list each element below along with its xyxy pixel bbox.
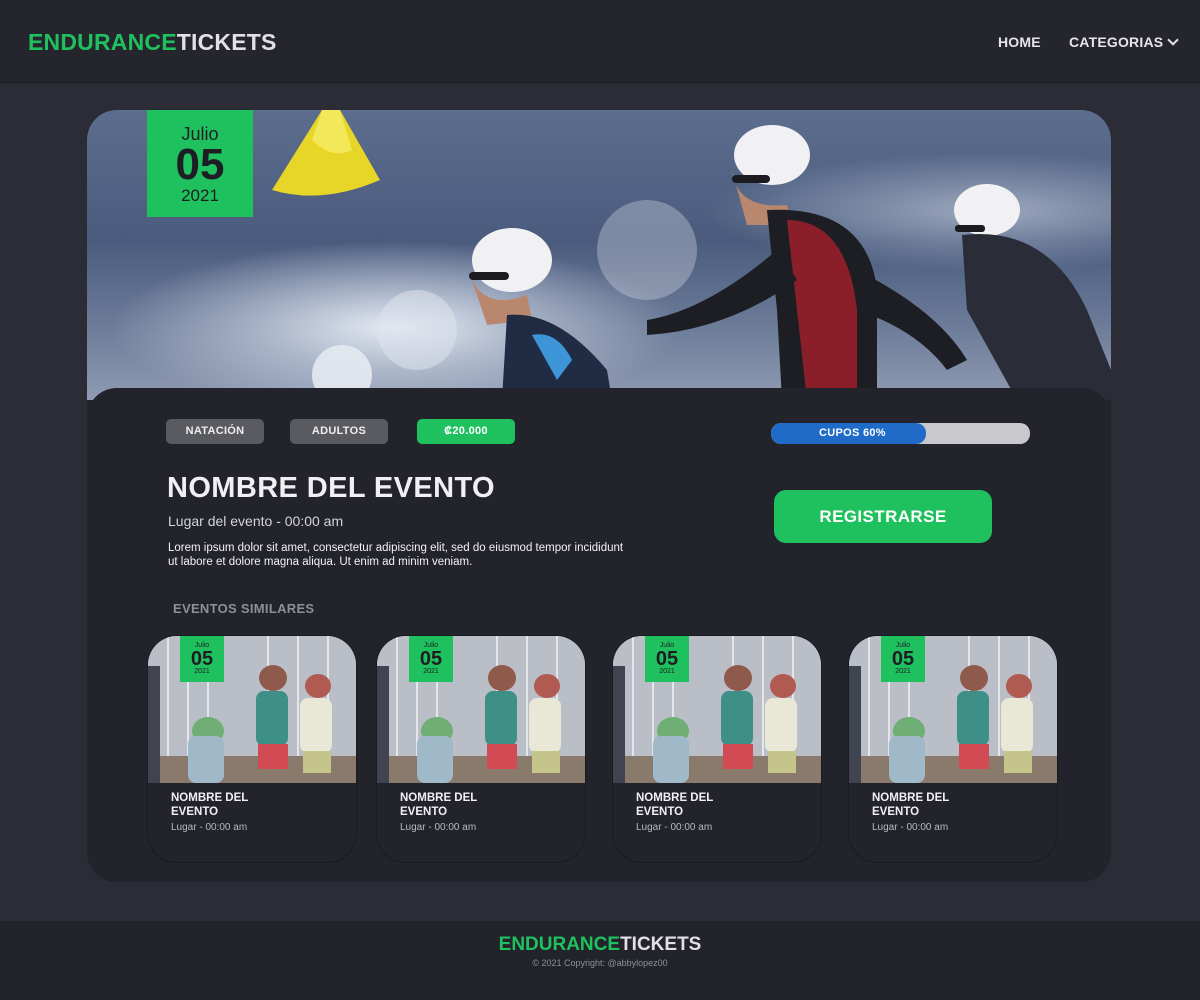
footer: ENDURANCETICKETS © 2021 Copyright: @abby… <box>0 921 1200 1000</box>
similar-event-image: Julio 05 2021 <box>148 636 356 783</box>
tag-swimming[interactable]: NATACIÓN <box>166 419 264 444</box>
similar-event-date-badge: Julio 05 2021 <box>180 636 224 682</box>
date-year: 2021 <box>895 668 911 675</box>
nav-categories-dropdown[interactable]: CATEGORIAS <box>1069 34 1179 50</box>
similar-event-image: Julio 05 2021 <box>377 636 585 783</box>
footer-copyright: © 2021 Copyright: @abbylopez00 <box>532 958 668 968</box>
similar-event-date-badge: Julio 05 2021 <box>409 636 453 682</box>
event-title: NOMBRE DEL EVENTO <box>167 472 495 504</box>
date-day: 05 <box>891 648 915 670</box>
date-day: 05 <box>190 648 214 670</box>
register-button[interactable]: REGISTRARSE <box>774 490 992 543</box>
tag-adults[interactable]: ADULTOS <box>290 419 388 444</box>
similar-event-image: Julio 05 2021 <box>849 636 1057 783</box>
similar-event-date-badge: Julio 05 2021 <box>645 636 689 682</box>
similar-event-title: NOMBRE DEL EVENTO <box>636 792 714 818</box>
event-place-time: Lugar del evento - 00:00 am <box>168 513 344 529</box>
similar-event-place: Lugar - 00:00 am <box>400 822 477 833</box>
date-year: 2021 <box>181 186 219 205</box>
similar-event-card[interactable]: Julio 05 2021 NOMBRE DEL EVENTO Lugar - 00:0… <box>147 635 357 863</box>
nav-categories-label: CATEGORIAS <box>1069 34 1164 50</box>
date-year: 2021 <box>423 668 439 675</box>
similar-event-title: NOMBRE DEL EVENTO <box>872 792 950 818</box>
date-year: 2021 <box>659 668 675 675</box>
similar-event-title: NOMBRE DEL EVENTO <box>400 792 478 818</box>
similar-event-place: Lugar - 00:00 am <box>171 822 248 833</box>
top-navbar: ENDURANCETICKETS HOME CATEGORIAS <box>0 0 1200 83</box>
date-day: 05 <box>655 648 679 670</box>
footer-logo[interactable]: ENDURANCETICKETS <box>0 934 1200 956</box>
nav-home-link[interactable]: HOME <box>998 34 1041 50</box>
similar-event-card[interactable]: Julio 05 2021 NOMBRE DEL EVENTO Lugar - 00:0… <box>376 635 586 863</box>
price-badge: ₡20.000 <box>417 419 515 444</box>
date-day: 05 <box>419 648 443 670</box>
event-info-panel: NATACIÓN ADULTOS ₡20.000 CUPOS 60% NOMBR… <box>87 388 1111 882</box>
event-description: Lorem ipsum dolor sit amet, consectetur … <box>168 542 624 568</box>
capacity-progress-bar: CUPOS 60% <box>771 423 1030 444</box>
event-date-badge: Julio 05 2021 <box>147 110 253 217</box>
date-year: 2021 <box>194 668 210 675</box>
similar-event-card[interactable]: Julio 05 2021 NOMBRE DEL EVENTO Lugar - 00:0… <box>848 635 1058 863</box>
similar-event-card[interactable]: Julio 05 2021 NOMBRE DEL EVENTO Lugar - 00:0… <box>612 635 822 863</box>
capacity-label: CUPOS 60% <box>819 427 886 439</box>
similar-event-place: Lugar - 00:00 am <box>636 822 713 833</box>
date-day: 05 <box>175 140 225 189</box>
event-card: Julio 05 2021 NATACIÓN ADULTOS ₡20.000 C… <box>87 110 1111 882</box>
chevron-down-icon <box>1167 34 1179 46</box>
similar-events-heading: EVENTOS SIMILARES <box>173 601 315 616</box>
similar-event-date-badge: Julio 05 2021 <box>881 636 925 682</box>
similar-event-place: Lugar - 00:00 am <box>872 822 949 833</box>
event-hero-image: Julio 05 2021 <box>87 110 1111 400</box>
brand-logo[interactable]: ENDURANCETICKETS <box>28 29 277 56</box>
similar-event-image: Julio 05 2021 <box>613 636 821 783</box>
similar-event-title: NOMBRE DEL EVENTO <box>171 792 249 818</box>
